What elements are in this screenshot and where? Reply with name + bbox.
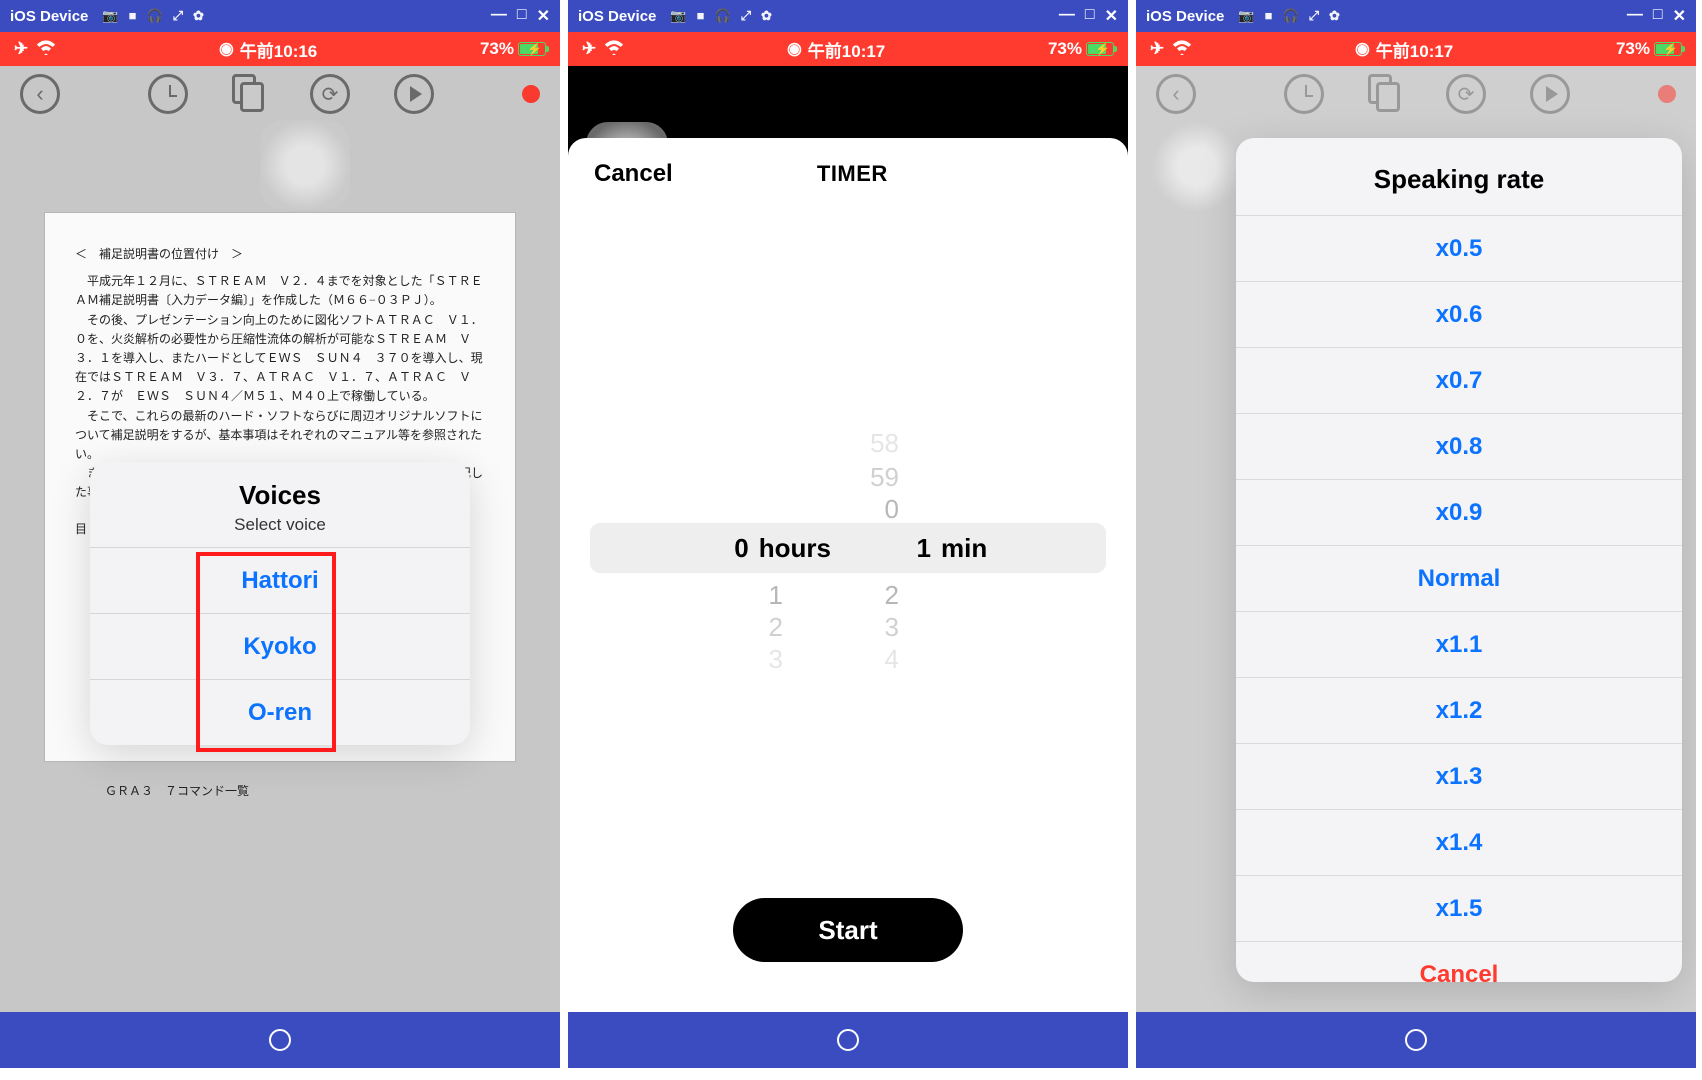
wifi-icon (1172, 39, 1192, 60)
maximize-button[interactable]: □ (1653, 6, 1663, 26)
camera-icon[interactable]: 📷 (1238, 8, 1254, 24)
video-icon[interactable]: ■ (1265, 8, 1273, 24)
maximize-button[interactable]: □ (1085, 6, 1095, 26)
rate-cancel-button[interactable]: Cancel (1236, 941, 1682, 982)
wifi-icon (36, 39, 56, 60)
android-nav-bar (1136, 1012, 1696, 1068)
rate-option-x14[interactable]: x1.4 (1236, 809, 1682, 875)
assistive-touch-icon[interactable] (1152, 122, 1242, 212)
gear-icon[interactable]: ✿ (761, 8, 772, 24)
expand-icon[interactable]: ⤢ (173, 8, 183, 24)
battery-percent: 73% (480, 39, 514, 59)
battery-percent: 73% (1616, 39, 1650, 59)
voice-option-hattori[interactable]: Hattori (90, 547, 470, 613)
headphones-icon[interactable]: 🎧 (146, 8, 162, 24)
voice-option-kyoko[interactable]: Kyoko (90, 613, 470, 679)
ios-status-bar: ✈ ◉ 午前10:17 73% ⚡ (568, 32, 1128, 66)
android-nav-bar (568, 1012, 1128, 1068)
recording-indicator-icon: ◉ (1355, 39, 1370, 59)
wifi-icon (604, 39, 624, 60)
device-2: iOS Device 📷 ■ 🎧 ⤢ ✿ — □ ✕ ✈ ◉ 午前10:17 7… (568, 0, 1128, 1068)
expand-icon[interactable]: ⤢ (741, 8, 751, 24)
hours-value: 0 (709, 533, 749, 564)
minimize-button[interactable]: — (491, 6, 507, 26)
window-titlebar: iOS Device 📷 ■ 🎧 ⤢ ✿ — □ ✕ (1136, 0, 1696, 32)
speaking-rate-sheet: Speaking rate x0.5 x0.6 x0.7 x0.8 x0.9 N… (1236, 138, 1682, 982)
min-value: 1 (891, 533, 931, 564)
min-label: min (941, 533, 987, 564)
android-nav-bar (0, 1012, 560, 1068)
status-time: 午前10:16 (240, 37, 317, 62)
picker-selected-row: 0 hours 1 min (590, 523, 1105, 573)
time-picker[interactable]: 58 59 0 0 hours 1 min 12 23 34 (568, 198, 1128, 898)
rate-title: Speaking rate (1236, 138, 1682, 215)
window-title: iOS Device (10, 8, 88, 25)
gear-icon[interactable]: ✿ (193, 8, 204, 24)
battery-icon: ⚡ (1086, 42, 1114, 56)
voices-action-sheet: Voices Select voice Hattori Kyoko O-ren (90, 462, 470, 745)
close-button[interactable]: ✕ (1673, 6, 1686, 26)
camera-icon[interactable]: 📷 (670, 8, 686, 24)
window-titlebar: iOS Device 📷 ■ 🎧 ⤢ ✿ — □ ✕ (0, 0, 560, 32)
expand-icon[interactable]: ⤢ (1309, 8, 1319, 24)
ios-status-bar: ✈ ◉ 午前10:17 73% ⚡ (1136, 32, 1696, 66)
rate-option-x12[interactable]: x1.2 (1236, 677, 1682, 743)
camera-icon[interactable]: 📷 (102, 8, 118, 24)
airplane-icon: ✈ (582, 39, 596, 59)
voice-option-oren[interactable]: O-ren (90, 679, 470, 745)
minimize-button[interactable]: — (1059, 6, 1075, 26)
rate-option-x05[interactable]: x0.5 (1236, 215, 1682, 281)
rate-option-x09[interactable]: x0.9 (1236, 479, 1682, 545)
battery-icon: ⚡ (1654, 42, 1682, 56)
gear-icon[interactable]: ✿ (1329, 8, 1340, 24)
video-icon[interactable]: ■ (697, 8, 705, 24)
home-button[interactable] (269, 1029, 291, 1051)
hours-label: hours (759, 533, 831, 564)
status-time: 午前10:17 (808, 37, 885, 62)
window-title: iOS Device (1146, 8, 1224, 25)
headphones-icon[interactable]: 🎧 (714, 8, 730, 24)
rate-option-x13[interactable]: x1.3 (1236, 743, 1682, 809)
video-icon[interactable]: ■ (129, 8, 137, 24)
recording-indicator-icon: ◉ (787, 39, 802, 59)
rate-option-normal[interactable]: Normal (1236, 545, 1682, 611)
battery-icon: ⚡ (518, 42, 546, 56)
ios-status-bar: ✈ ◉ 午前10:16 73% ⚡ (0, 32, 560, 66)
record-button[interactable] (1658, 85, 1676, 103)
recording-indicator-icon: ◉ (219, 39, 234, 59)
play-button[interactable] (1530, 74, 1570, 114)
pages-button[interactable] (1368, 74, 1402, 114)
rate-option-x08[interactable]: x0.8 (1236, 413, 1682, 479)
headphones-icon[interactable]: 🎧 (1282, 8, 1298, 24)
back-button[interactable]: ‹ (1156, 74, 1196, 114)
device-3: iOS Device 📷 ■ 🎧 ⤢ ✿ — □ ✕ ✈ ◉ 午前10:17 7… (1136, 0, 1696, 1068)
timer-modal: Cancel TIMER 58 59 0 0 hours 1 min 12 23… (568, 138, 1128, 1012)
voices-subtitle: Select voice (90, 515, 470, 535)
voices-title: Voices (90, 480, 470, 511)
battery-percent: 73% (1048, 39, 1082, 59)
airplane-icon: ✈ (1150, 39, 1164, 59)
start-button[interactable]: Start (733, 898, 963, 962)
status-time: 午前10:17 (1376, 37, 1453, 62)
close-button[interactable]: ✕ (537, 6, 550, 26)
titlebar-tool-icons: 📷 ■ 🎧 ⤢ ✿ (102, 8, 204, 24)
home-button[interactable] (1405, 1029, 1427, 1051)
rate-option-x15[interactable]: x1.5 (1236, 875, 1682, 941)
close-button[interactable]: ✕ (1105, 6, 1118, 26)
maximize-button[interactable]: □ (517, 6, 527, 26)
app-toolbar: ‹ ⟳ (1136, 66, 1696, 122)
airplane-icon: ✈ (14, 39, 28, 59)
home-button[interactable] (837, 1029, 859, 1051)
rate-option-x06[interactable]: x0.6 (1236, 281, 1682, 347)
refresh-button[interactable]: ⟳ (1446, 74, 1486, 114)
rate-option-x11[interactable]: x1.1 (1236, 611, 1682, 677)
history-button[interactable] (1284, 74, 1324, 114)
window-titlebar: iOS Device 📷 ■ 🎧 ⤢ ✿ — □ ✕ (568, 0, 1128, 32)
minimize-button[interactable]: — (1627, 6, 1643, 26)
rate-option-x07[interactable]: x0.7 (1236, 347, 1682, 413)
timer-title: TIMER (603, 161, 1102, 187)
window-title: iOS Device (578, 8, 656, 25)
device-1: iOS Device 📷 ■ 🎧 ⤢ ✿ — □ ✕ ✈ ◉ 午前10:16 7… (0, 0, 560, 1068)
